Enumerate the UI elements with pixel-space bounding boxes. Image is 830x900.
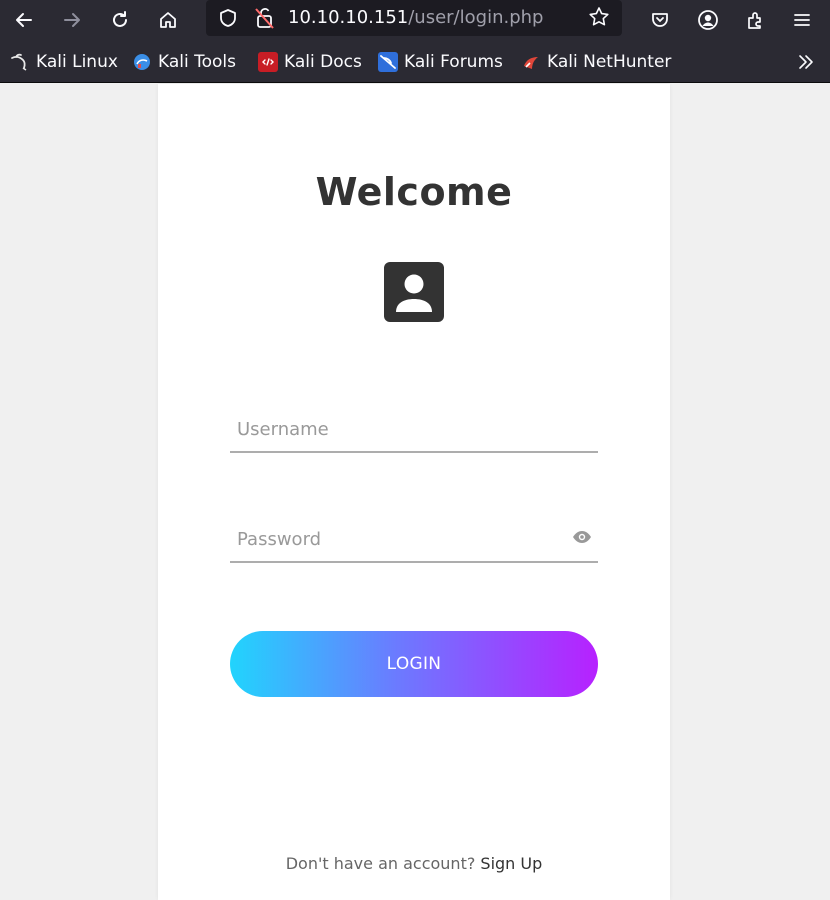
signup-prompt-line: Don't have an account? Sign Up xyxy=(158,854,670,873)
bookmark-label: Kali NetHunter xyxy=(547,52,672,72)
bookmark-kali-nethunter[interactable]: Kali NetHunter xyxy=(521,51,671,73)
bookmark-kali-docs[interactable]: Kali Docs xyxy=(258,51,362,73)
signup-prompt: Don't have an account? xyxy=(285,854,481,873)
bookmark-label: Kali Linux xyxy=(36,52,118,72)
kali-docs-icon xyxy=(258,52,278,72)
url-host: 10.10.10.151 xyxy=(288,7,409,28)
chevron-double-right-icon[interactable] xyxy=(796,52,816,76)
tracking-shield-icon[interactable] xyxy=(218,8,238,32)
signup-link[interactable]: Sign Up xyxy=(480,854,542,873)
browser-toolbar: 10.10.10.151/user/login.php xyxy=(0,0,830,40)
kali-dragon-icon xyxy=(10,52,30,72)
login-button[interactable]: LOGIN xyxy=(230,631,598,697)
bookmark-kali-forums[interactable]: Kali Forums xyxy=(378,51,503,73)
hamburger-menu-icon[interactable] xyxy=(786,4,818,36)
url-text[interactable]: 10.10.10.151/user/login.php xyxy=(288,7,543,28)
bookmark-label: Kali Docs xyxy=(284,52,362,72)
bookmark-kali-linux[interactable]: Kali Linux xyxy=(10,51,118,73)
page-title: Welcome xyxy=(315,170,513,214)
bookmark-kali-tools[interactable]: Kali Tools xyxy=(132,51,236,73)
back-arrow-icon[interactable] xyxy=(8,4,40,36)
password-field xyxy=(230,517,598,563)
bookmarks-bar: Kali Linux Kali Tools Kali Docs Kali For… xyxy=(0,40,830,83)
username-field xyxy=(230,407,598,453)
bookmark-label: Kali Forums xyxy=(404,52,503,72)
forward-arrow-icon[interactable] xyxy=(56,4,88,36)
kali-forums-icon xyxy=(378,52,398,72)
url-path: /user/login.php xyxy=(408,7,544,28)
star-icon[interactable] xyxy=(588,6,610,32)
eye-icon[interactable] xyxy=(572,529,592,543)
kali-nethunter-icon xyxy=(521,52,541,72)
username-input[interactable] xyxy=(230,407,598,451)
reload-icon[interactable] xyxy=(104,4,136,36)
login-card: Welcome LOGIN Don't have an account? Sig… xyxy=(158,84,670,900)
extensions-icon[interactable] xyxy=(740,4,772,36)
account-icon[interactable] xyxy=(692,4,724,36)
user-account-box-icon xyxy=(384,262,444,322)
password-input[interactable] xyxy=(230,517,598,561)
insecure-lock-icon[interactable] xyxy=(254,6,276,34)
page-content: Welcome LOGIN Don't have an account? Sig… xyxy=(0,84,830,900)
kali-tools-icon xyxy=(132,52,152,72)
bookmark-label: Kali Tools xyxy=(158,52,236,72)
url-bar[interactable]: 10.10.10.151/user/login.php xyxy=(206,0,622,36)
pocket-icon[interactable] xyxy=(644,4,676,36)
home-icon[interactable] xyxy=(152,4,184,36)
